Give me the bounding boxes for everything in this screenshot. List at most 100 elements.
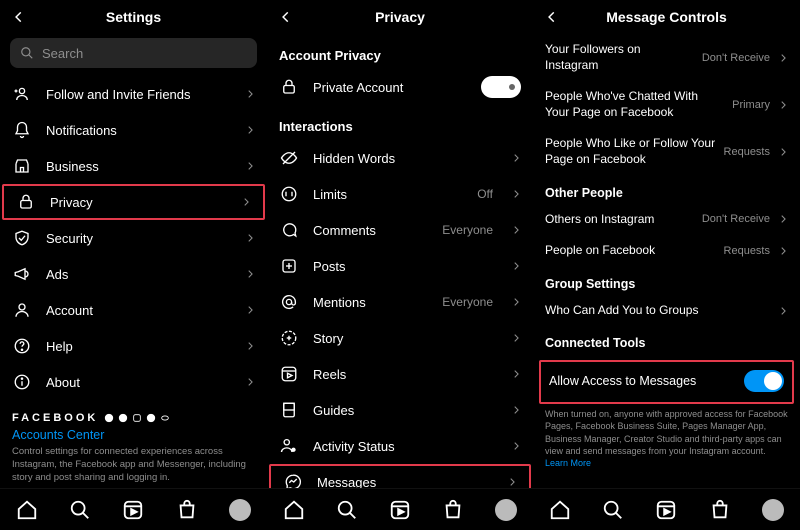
row-label: Who Can Add You to Groups [545, 303, 770, 319]
section-interactions: Interactions [267, 105, 533, 140]
privacy-item-guides[interactable]: Guides [267, 392, 533, 428]
search-icon[interactable] [602, 499, 624, 521]
msg-like-follow-page-fb[interactable]: People Who Like or Follow Your Page on F… [533, 128, 800, 175]
chevron-right-icon [245, 305, 255, 315]
msg-followers-instagram[interactable]: Your Followers on Instagram Don't Receiv… [533, 34, 800, 81]
accounts-center-desc: Control settings for connected experienc… [0, 444, 267, 492]
shop-icon[interactable] [442, 499, 464, 521]
search-input[interactable]: Search [10, 38, 257, 68]
row-value: Don't Receive [702, 213, 770, 225]
settings-item-privacy[interactable]: Privacy [2, 184, 265, 220]
bottom-nav [0, 488, 267, 530]
row-label: Reels [313, 367, 497, 382]
info-icon [12, 372, 32, 392]
chevron-right-icon [511, 189, 521, 199]
privacy-screen: Privacy Account Privacy Private Account … [267, 0, 533, 530]
profile-avatar[interactable] [229, 499, 251, 521]
section-connected-tools: Connected Tools [533, 326, 800, 354]
story-icon [279, 328, 299, 348]
row-label: Private Account [313, 80, 467, 95]
home-icon[interactable] [283, 499, 305, 521]
privacy-item-activity-status[interactable]: Activity Status [267, 428, 533, 464]
settings-item-security[interactable]: Security [0, 220, 267, 256]
home-icon[interactable] [549, 499, 571, 521]
row-label: Security [46, 231, 231, 246]
privacy-item-story[interactable]: Story [267, 320, 533, 356]
chevron-right-icon [511, 153, 521, 163]
msg-who-add-groups[interactable]: Who Can Add You to Groups [533, 295, 800, 327]
chevron-right-icon [778, 100, 788, 110]
privacy-item-hidden-words[interactable]: Hidden Words [267, 140, 533, 176]
row-value: Requests [724, 146, 770, 158]
msg-people-facebook[interactable]: People on Facebook Requests [533, 235, 800, 267]
chevron-right-icon [778, 214, 788, 224]
row-label: People Who Like or Follow Your Page on F… [545, 136, 716, 167]
search-icon[interactable] [69, 499, 91, 521]
settings-item-follow-invite[interactable]: Follow and Invite Friends [0, 76, 267, 112]
settings-item-business[interactable]: Business [0, 148, 267, 184]
row-label: Activity Status [313, 439, 497, 454]
privacy-item-posts[interactable]: Posts [267, 248, 533, 284]
brand-icons [104, 413, 170, 423]
lock-icon [16, 192, 36, 212]
row-label: Privacy [50, 195, 227, 210]
private-account-toggle[interactable] [481, 76, 521, 98]
chevron-right-icon [245, 377, 255, 387]
activity-icon [279, 436, 299, 456]
chevron-right-icon [511, 441, 521, 451]
learn-more-link[interactable]: Learn More [545, 458, 591, 468]
settings-item-ads[interactable]: Ads [0, 256, 267, 292]
row-label: Story [313, 331, 497, 346]
search-placeholder: Search [42, 46, 83, 61]
private-account-row[interactable]: Private Account [267, 69, 533, 105]
reels-icon [279, 364, 299, 384]
allow-access-block: Allow Access to Messages [539, 360, 794, 404]
settings-item-about[interactable]: About [0, 364, 267, 400]
brand-text: FACEBOOK [12, 412, 98, 424]
chevron-right-icon [245, 89, 255, 99]
header: Settings [0, 0, 267, 34]
chevron-right-icon [511, 261, 521, 271]
accounts-center-link[interactable]: Accounts Center [0, 424, 267, 444]
row-value: Primary [732, 99, 770, 111]
page-title: Message Controls [541, 9, 792, 25]
search-icon [20, 46, 34, 60]
chevron-right-icon [241, 197, 251, 207]
privacy-item-comments[interactable]: Comments Everyone [267, 212, 533, 248]
home-icon[interactable] [16, 499, 38, 521]
message-controls-screen: Message Controls Your Followers on Insta… [533, 0, 800, 530]
search-icon[interactable] [336, 499, 358, 521]
row-label: Ads [46, 267, 231, 282]
allow-access-row[interactable]: Allow Access to Messages [543, 366, 790, 396]
row-label: Comments [313, 223, 428, 238]
profile-avatar[interactable] [762, 499, 784, 521]
msg-others-instagram[interactable]: Others on Instagram Don't Receive [533, 204, 800, 236]
settings-item-account[interactable]: Account [0, 292, 267, 328]
eye-off-icon [279, 148, 299, 168]
chevron-right-icon [778, 246, 788, 256]
chevron-right-icon [245, 269, 255, 279]
settings-item-notifications[interactable]: Notifications [0, 112, 267, 148]
bottom-nav [533, 488, 800, 530]
chevron-right-icon [778, 147, 788, 157]
row-value: Everyone [442, 223, 493, 237]
privacy-item-reels[interactable]: Reels [267, 356, 533, 392]
shop-icon[interactable] [709, 499, 731, 521]
msg-chatted-page-fb[interactable]: People Who've Chatted With Your Page on … [533, 81, 800, 128]
row-label: Allow Access to Messages [549, 373, 736, 389]
chevron-right-icon [245, 125, 255, 135]
person-icon [12, 300, 32, 320]
profile-avatar[interactable] [495, 499, 517, 521]
header: Privacy [267, 0, 533, 34]
limits-icon [279, 184, 299, 204]
settings-screen: Settings Search Follow and Invite Friend… [0, 0, 267, 530]
privacy-item-mentions[interactable]: Mentions Everyone [267, 284, 533, 320]
reels-icon[interactable] [122, 499, 144, 521]
desc-text: When turned on, anyone with approved acc… [545, 409, 788, 455]
settings-item-help[interactable]: Help [0, 328, 267, 364]
reels-icon[interactable] [655, 499, 677, 521]
shop-icon[interactable] [176, 499, 198, 521]
allow-access-toggle[interactable] [744, 370, 784, 392]
reels-icon[interactable] [389, 499, 411, 521]
privacy-item-limits[interactable]: Limits Off [267, 176, 533, 212]
